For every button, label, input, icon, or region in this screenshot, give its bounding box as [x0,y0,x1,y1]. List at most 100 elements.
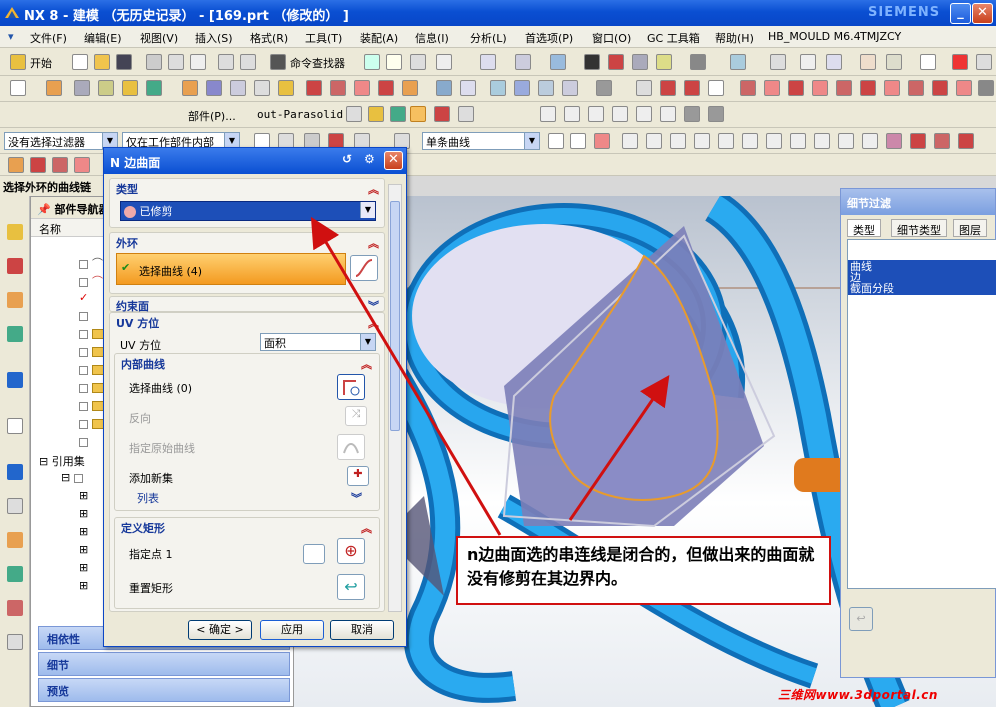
reverse-direction-icon[interactable]: ⤨ [345,406,367,426]
history-tab-icon[interactable] [7,418,23,434]
tab-detail-type[interactable]: 细节类型 [891,219,947,237]
copy-icon[interactable] [168,54,184,70]
save-icon[interactable] [116,54,132,70]
tool-icon-12[interactable] [976,54,992,70]
tree-row-reference-sets[interactable]: ⊟ 引用集 [39,453,85,469]
visibility-checkbox[interactable] [79,259,88,269]
part-navigator-tab-icon[interactable] [7,292,23,308]
tree-row[interactable]: ⊞ [79,543,88,556]
snap-point-icon-3[interactable] [670,133,686,149]
curve-tool-icon-1[interactable] [8,157,24,173]
apply-filter-icon[interactable]: ↩ [849,607,873,631]
view-orient-icon[interactable] [515,54,531,70]
tool-icon-10[interactable] [920,54,936,70]
details-panel-header[interactable]: 细节 [38,652,290,676]
web-browser-tab-icon[interactable] [7,372,23,388]
select-curve-row[interactable]: ✔ 选择曲线 (4) [116,253,346,285]
uv-direction-select[interactable]: 面积 ▼ [260,333,376,351]
close-window-button[interactable]: ✕ [972,3,993,24]
tab-type[interactable]: 类型 [847,219,881,237]
snap-point-icon-2[interactable] [646,133,662,149]
tree-row[interactable] [79,363,106,376]
minimize-button[interactable]: _ [950,3,971,24]
part-icon-3[interactable] [390,106,406,122]
offset-icon[interactable] [278,80,294,96]
menu-file[interactable]: 文件(F) [30,30,67,46]
snap-point-icon-12[interactable] [886,133,902,149]
unite-icon[interactable] [146,80,162,96]
menu-view[interactable]: 视图(V) [140,30,178,46]
collapse-up-icon[interactable]: ︽ [368,181,379,197]
edit-icon-2[interactable] [660,80,676,96]
visibility-checkbox[interactable] [79,277,88,287]
part-icon-4[interactable] [434,106,450,122]
process-studio-tab-icon[interactable] [7,532,23,548]
select-curve-icon[interactable] [337,374,365,400]
part-icon-2[interactable] [368,106,384,122]
point-crosshair-icon[interactable]: ⊕ [337,538,365,564]
apply-button[interactable]: 应用 [260,620,324,640]
chamfer-icon[interactable] [206,80,222,96]
render-style-icon[interactable] [550,54,566,70]
part-icon-1[interactable] [346,106,362,122]
curve-icon-2[interactable] [460,80,476,96]
tool-icon-4[interactable] [436,54,452,70]
menu-preferences[interactable]: 首选项(P) [525,30,573,46]
tool-icon-2[interactable] [386,54,402,70]
roles-tab-icon[interactable] [7,566,23,582]
tree-row[interactable] [79,345,106,358]
edit-icon-15[interactable] [978,80,994,96]
cancel-button[interactable]: 取消 [330,620,394,640]
menu-analysis[interactable]: 分析(L) [470,30,507,46]
assembly-navigator-tab-icon[interactable] [7,224,23,240]
curve-tool-icon-3[interactable] [52,157,68,173]
curve-icon-3[interactable] [490,80,506,96]
collapse-up-icon[interactable]: ︽ [368,315,379,331]
expand-icon[interactable]: ⊞ [79,579,88,592]
preview-panel-header[interactable]: 预览 [38,678,290,702]
redo-icon[interactable] [240,54,256,70]
tree-row[interactable]: ⊞ [79,489,88,502]
menu-assembly[interactable]: 装配(A) [360,30,398,46]
curve-icon[interactable] [350,255,378,281]
type-select[interactable]: 已修剪 ▼ [120,201,376,221]
collapse-up-icon[interactable]: ︽ [361,356,372,372]
visibility-checkbox[interactable] [79,437,88,447]
visibility-checkbox[interactable] [79,365,88,375]
command-finder-button[interactable]: 命令查找器 [290,55,345,71]
open-folder-icon[interactable] [94,54,110,70]
list-item[interactable]: 曲线 [848,261,996,272]
face-icon-8[interactable] [708,106,724,122]
collapse-up-icon[interactable]: ︽ [368,235,379,251]
reset-rectangle-icon[interactable]: ↩ [337,574,365,600]
visibility-checkbox[interactable] [79,311,88,321]
snap-point-icon-6[interactable] [742,133,758,149]
edit-icon-6[interactable] [764,80,780,96]
tree-row[interactable]: ✓ [79,291,88,304]
menu-format[interactable]: 格式(R) [250,30,288,46]
table-tab-icon[interactable] [7,634,23,650]
edit-icon-4[interactable] [708,80,724,96]
undo-icon[interactable] [218,54,234,70]
menu-hb-mould[interactable]: HB_MOULD M6.4 [768,30,861,43]
menu-info[interactable]: 信息(I) [415,30,449,46]
tree-row[interactable] [79,327,106,340]
face-icon-7[interactable] [684,106,700,122]
list-label[interactable]: 列表 [137,490,159,506]
tree-row[interactable]: ⌒ [79,273,103,289]
edit-icon-13[interactable] [932,80,948,96]
navigator-pin-icon[interactable]: 📌 [37,203,55,216]
face-icon-4[interactable] [612,106,628,122]
tool-icon-11[interactable] [952,54,968,70]
menu-window[interactable]: 窗口(O) [592,30,631,46]
snap-point-icon-15[interactable] [958,133,974,149]
tool-icon-3[interactable] [410,54,426,70]
start-button[interactable]: 开始 [30,55,52,71]
edit-icon-7[interactable] [788,80,804,96]
list-item[interactable]: 截面分段 [848,283,996,294]
snap-point-icon-13[interactable] [910,133,926,149]
curve-icon-1[interactable] [436,80,452,96]
scrollbar-thumb[interactable] [390,201,400,431]
surface-icon-1[interactable] [306,80,322,96]
display-icon-2[interactable] [632,54,648,70]
